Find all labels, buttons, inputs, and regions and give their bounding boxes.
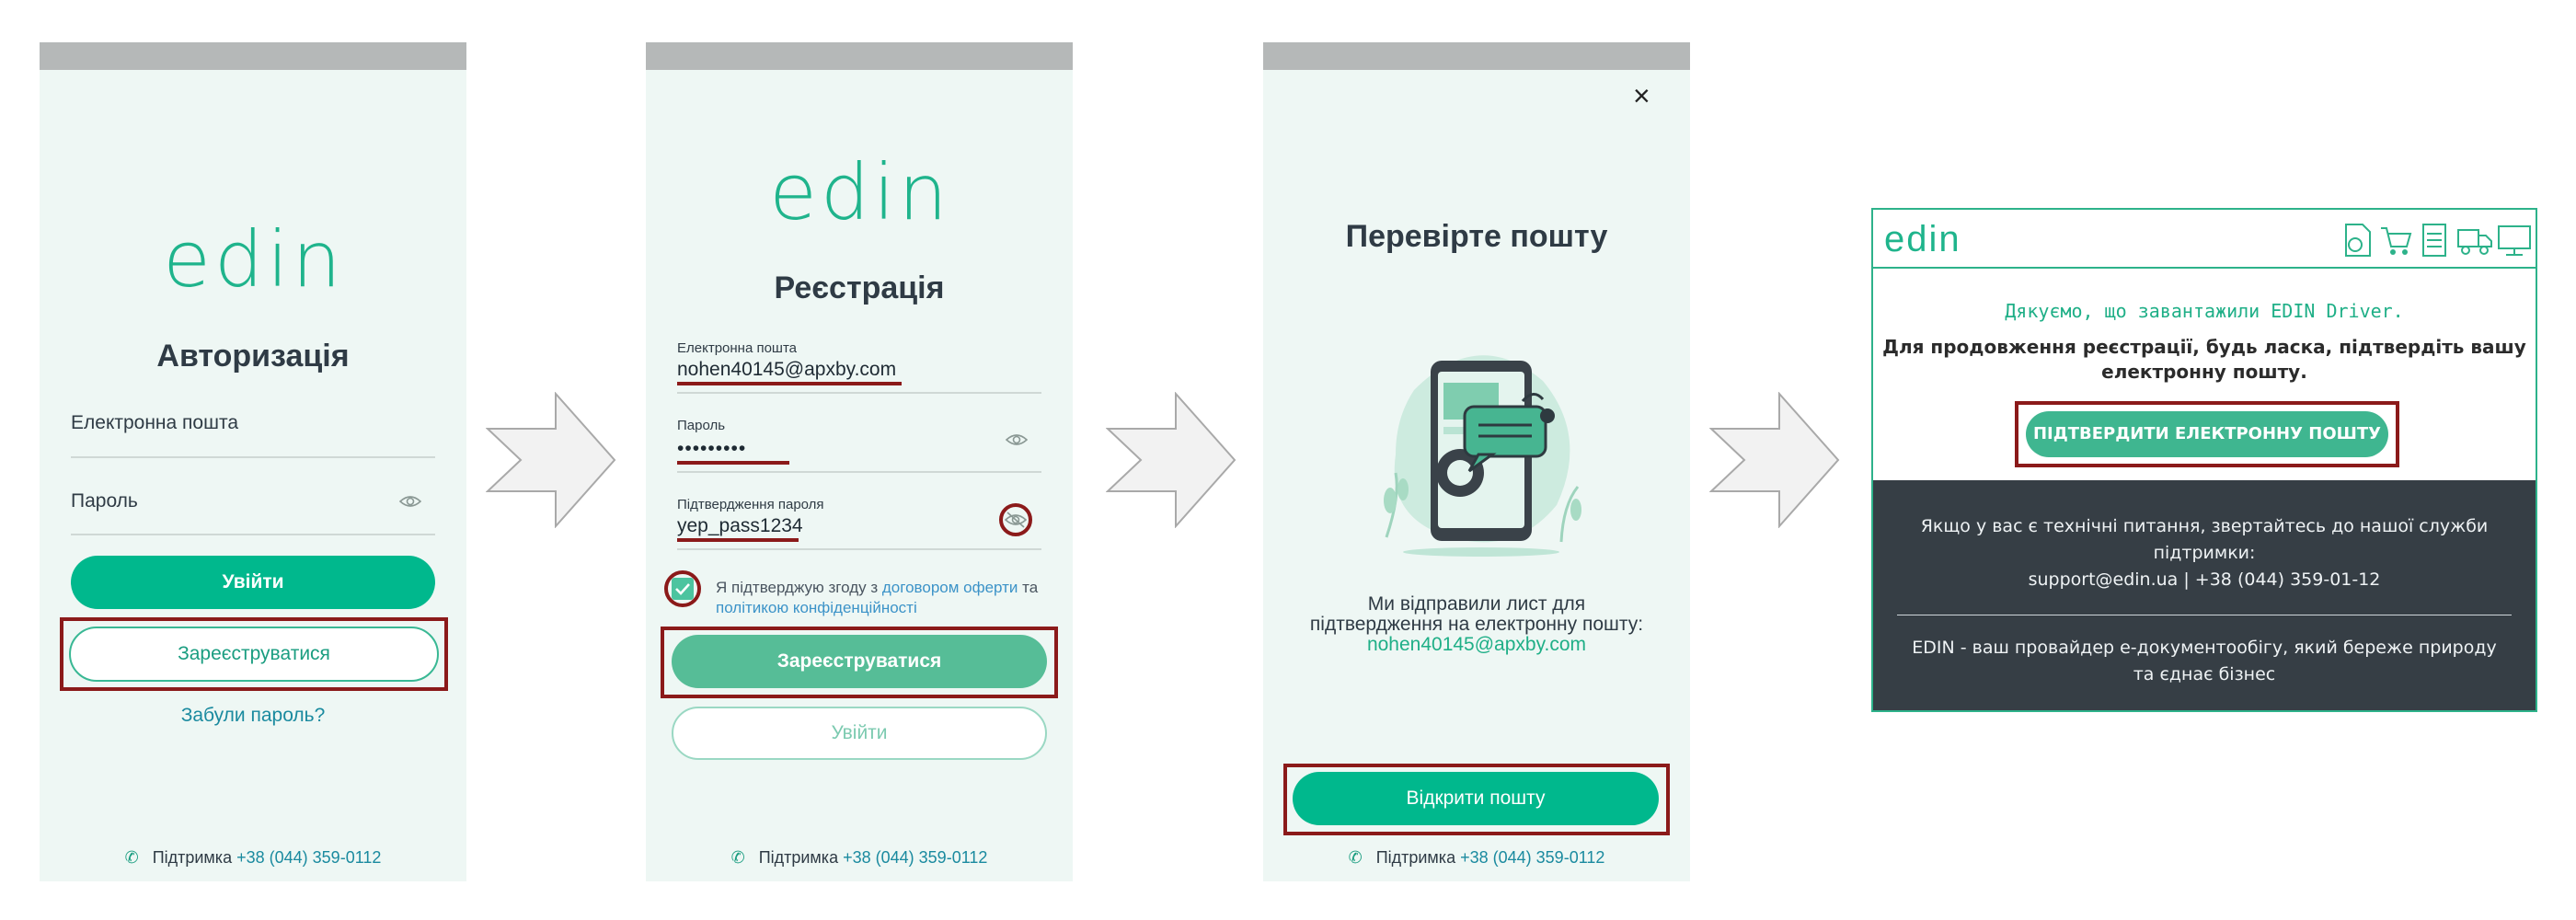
login-screen: edin Авторизація Електронна пошта Пароль…	[40, 42, 466, 881]
sent-email-address: nohen40145@apxby.com	[1366, 634, 1587, 655]
annotation-underline	[677, 538, 799, 542]
arrow-right-icon	[1106, 392, 1236, 528]
consent-checkbox[interactable]	[672, 578, 694, 600]
confirm-password-input[interactable]: yep_pass1234	[677, 515, 803, 537]
register-button[interactable]: Зареєструватися	[69, 627, 439, 682]
support-line: ✆ Підтримка +38 (044) 359-0112	[1263, 848, 1690, 868]
field-divider	[677, 471, 1041, 473]
slogan-line: та єднає бізнес	[2133, 664, 2276, 684]
edin-logo: edin	[163, 222, 345, 305]
phone-icon: ✆	[1348, 848, 1363, 867]
slogan-line: EDIN - ваш провайдер е-документообігу, я…	[1912, 638, 2497, 658]
field-divider	[71, 534, 435, 535]
checkbox-checked-icon	[675, 583, 690, 595]
support-info: Якщо у вас є технічні питання, звертайте…	[1873, 513, 2536, 593]
consent-and: та	[1022, 579, 1039, 596]
field-divider	[677, 548, 1041, 550]
edin-logo: edin	[769, 155, 951, 237]
instruction-text: Для продовження реєстрації, будь ласка, …	[1873, 335, 2536, 385]
message-line: підтвердження на електронну пошту:	[1309, 614, 1644, 635]
phone-illustration	[1384, 355, 1581, 557]
eye-off-icon[interactable]	[1005, 512, 1027, 528]
close-icon[interactable]: ×	[1633, 79, 1650, 113]
page-title: Авторизація	[156, 339, 350, 374]
annotation-underline	[677, 382, 902, 385]
logo-text: edin	[163, 222, 345, 305]
arrow-right-icon	[1709, 392, 1840, 528]
offer-agreement-link[interactable]: договором оферти	[882, 579, 1018, 596]
email-field[interactable]: Електронна пошта	[71, 412, 238, 434]
page-title: Реєстрація	[774, 270, 945, 305]
check-email-screen: × Перевірте пошту Ми відправили лист для…	[1263, 42, 1690, 881]
document-icon	[2345, 224, 2371, 257]
annotation-underline	[677, 461, 789, 465]
truck-icon	[2457, 229, 2492, 255]
status-bar	[646, 42, 1073, 70]
forgot-password-link[interactable]: Забули пароль?	[40, 705, 466, 727]
instruction-line: Для продовження реєстрації, будь ласка, …	[1882, 336, 2526, 358]
support-phone-link[interactable]: +38 (044) 359-0112	[236, 848, 381, 867]
registration-screen: edin Реєстрація Електронна пошта nohen40…	[646, 42, 1073, 881]
confirm-email-button[interactable]: ПІДТВЕРДИТИ ЕЛЕКТРОННУ ПОШТУ	[2026, 411, 2388, 457]
logo-text: edin	[769, 155, 951, 237]
email-footer: Якщо у вас є технічні питання, звертайте…	[1873, 480, 2536, 710]
consent-text: Я підтверджую згоду з договором оферти т…	[716, 578, 1047, 618]
confirm-password-label: Підтвердження пароля	[677, 497, 824, 512]
support-label: Підтримка	[758, 848, 839, 867]
password-input[interactable]: •••••••••	[677, 438, 746, 460]
support-contacts[interactable]: support@edin.ua | +38 (044) 359-01-12	[1873, 567, 2536, 593]
support-line: підтримки:	[2153, 543, 2256, 563]
password-field[interactable]: Пароль	[71, 490, 138, 512]
support-line: Якщо у вас є технічні питання, звертайте…	[1920, 516, 2489, 536]
phone-icon: ✆	[124, 848, 139, 867]
field-divider	[71, 456, 435, 458]
open-mail-button[interactable]: Відкрити пошту	[1293, 772, 1659, 825]
message-line: Ми відправили лист для	[1367, 593, 1586, 615]
monitor-icon	[2498, 225, 2531, 256]
email-header: edin	[1873, 210, 2536, 269]
sent-message: Ми відправили лист для підтвердження на …	[1263, 594, 1690, 655]
edin-logo: edin	[1884, 219, 1961, 259]
status-bar	[1263, 42, 1690, 70]
support-phone-link[interactable]: +38 (044) 359-0112	[843, 848, 987, 867]
login-button[interactable]: Увійти	[71, 556, 435, 609]
login-button[interactable]: Увійти	[672, 707, 1047, 760]
consent-prefix: Я підтверджую згоду з	[716, 579, 879, 596]
status-bar	[40, 42, 466, 70]
logo-text: edin	[1884, 219, 1961, 259]
privacy-policy-link[interactable]: політикою конфіденційності	[716, 599, 917, 616]
password-label: Пароль	[677, 418, 726, 433]
thanks-message: Дякуємо, що завантажили EDIN Driver.	[2005, 300, 2404, 322]
phone-icon: ✆	[730, 848, 745, 867]
page-title: Перевірте пошту	[1345, 219, 1608, 254]
eye-icon[interactable]	[1006, 431, 1028, 448]
invoice-icon	[2422, 224, 2446, 257]
support-phone-link[interactable]: +38 (044) 359-0112	[1460, 848, 1604, 867]
register-button[interactable]: Зареєструватися	[672, 635, 1047, 688]
support-line: ✆ Підтримка +38 (044) 359-0112	[646, 848, 1073, 868]
email-input[interactable]: nohen40145@apxby.com	[677, 359, 896, 381]
support-line: ✆ Підтримка +38 (044) 359-0112	[40, 848, 466, 868]
footer-slogan: EDIN - ваш провайдер е-документообігу, я…	[1873, 635, 2536, 688]
support-label: Підтримка	[1375, 848, 1456, 867]
email-label: Електронна пошта	[677, 340, 798, 356]
eye-icon[interactable]	[399, 493, 421, 510]
field-divider	[677, 392, 1041, 394]
instruction-line: електронну пошту.	[2101, 361, 2307, 383]
confirmation-email: edin Дякуємо, що завантажили EDIN Driver…	[1871, 208, 2537, 712]
arrow-right-icon	[486, 392, 616, 528]
cart-icon	[2381, 227, 2412, 255]
support-label: Підтримка	[152, 848, 233, 867]
